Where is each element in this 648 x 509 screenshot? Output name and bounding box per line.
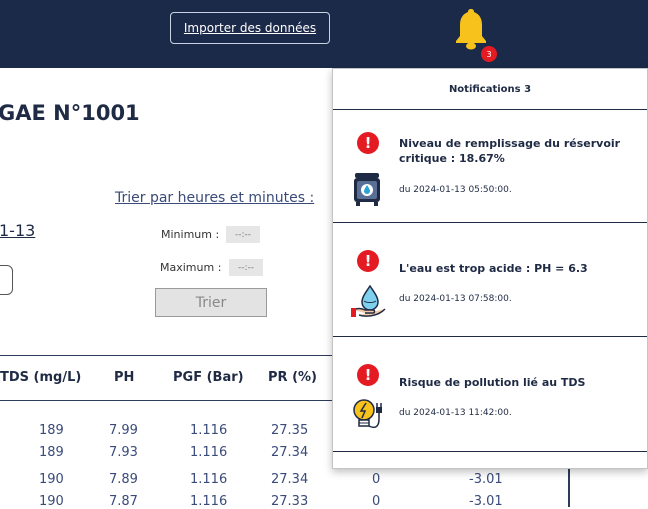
- minimum-time-input[interactable]: --:--: [226, 226, 260, 243]
- notifications-dropdown: Notifications 3 ! Niveau de remplissage …: [332, 68, 648, 469]
- table-cell: 7.99: [109, 423, 138, 438]
- sort-by-time-label: Trier par heures et minutes :: [115, 190, 315, 206]
- notification-item[interactable]: ! Niveau de remplissage du réservoir cri…: [333, 110, 647, 224]
- notification-message: Niveau de remplissage du réservoir criti…: [399, 137, 621, 165]
- date-link[interactable]: 1-13: [0, 221, 35, 240]
- maximum-label: Maximum :: [160, 261, 222, 274]
- notification-item[interactable]: ! Risque de pollution lié au TDS du 2024…: [333, 337, 647, 451]
- page-title: GAE N°1001: [0, 101, 140, 125]
- notification-item[interactable]: ! L'eau est trop acide : PH = 6.3 du 202…: [333, 223, 647, 337]
- table-cell: 190: [39, 472, 64, 487]
- notification-bell-button[interactable]: 3: [453, 6, 497, 62]
- notification-count-badge: 3: [481, 46, 497, 62]
- column-header-tds: TDS (mg/L): [0, 370, 82, 385]
- table-cell: 189: [39, 423, 64, 438]
- table-cell: 0: [372, 472, 381, 487]
- notification-date: du 2024-01-13 07:58:00.: [399, 294, 512, 304]
- table-cell: 27.34: [271, 445, 309, 460]
- exclamation-icon: !: [357, 132, 379, 154]
- water-drop-hand-icon: [351, 284, 386, 317]
- table-cell: -3.01: [469, 472, 503, 487]
- notifications-title: Notifications 3: [448, 83, 532, 95]
- sort-button[interactable]: Trier: [155, 288, 267, 317]
- exclamation-icon: !: [357, 364, 379, 386]
- top-navbar: Importer des données 3: [0, 0, 648, 68]
- partial-button[interactable]: [0, 265, 13, 295]
- table-cell: 27.35: [271, 423, 309, 438]
- notification-message: L'eau est trop acide : PH = 6.3: [399, 262, 588, 275]
- notification-message: Risque de pollution lié au TDS: [399, 376, 586, 389]
- divider: [333, 451, 647, 452]
- table-cell: 1.116: [190, 445, 228, 460]
- bulb-plug-icon: [353, 399, 382, 429]
- maximum-time-input[interactable]: --:--: [229, 259, 263, 276]
- table-cell: 1.116: [190, 472, 228, 487]
- table-cell: 189: [39, 445, 64, 460]
- exclamation-icon: !: [357, 250, 379, 272]
- notification-date: du 2024-01-13 05:50:00.: [399, 185, 512, 195]
- column-header-pr: PR (%): [268, 370, 317, 385]
- import-data-button[interactable]: Importer des données: [170, 12, 330, 44]
- column-header-pgf: PGF (Bar): [173, 370, 244, 385]
- table-cell: 7.89: [109, 472, 138, 487]
- table-cell: 27.34: [271, 472, 309, 487]
- column-header-ph: PH: [114, 370, 135, 385]
- bell-icon: [456, 9, 486, 50]
- notification-date: du 2024-01-13 11:42:00.: [399, 408, 512, 418]
- minimum-label: Minimum :: [161, 228, 220, 241]
- table-cell: 1.116: [190, 423, 228, 438]
- table-cell: 7.93: [109, 445, 138, 460]
- water-tank-icon: [354, 173, 380, 206]
